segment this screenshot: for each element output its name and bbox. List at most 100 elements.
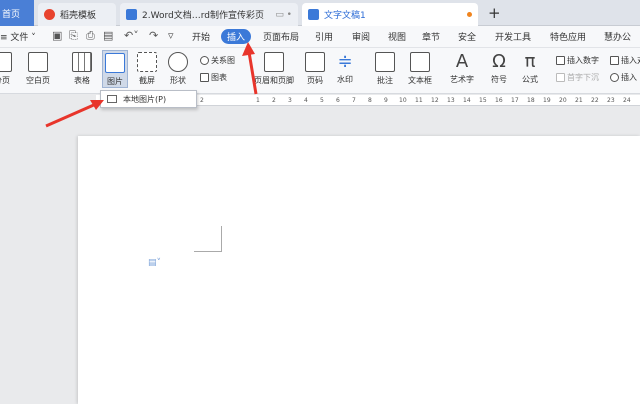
page-number-label: 页码 (307, 76, 323, 85)
picture-label: 图片 (107, 77, 123, 86)
watermark-icon: ≑ (337, 51, 353, 72)
insert-number-button[interactable]: 插入数字 (556, 55, 599, 66)
tab-home[interactable]: 首页 (0, 0, 34, 26)
table-label: 表格 (74, 76, 90, 85)
page-number-button[interactable]: 页码 (305, 52, 325, 86)
ruler-tick: 7 (352, 97, 356, 104)
tab-references[interactable]: 引用 (315, 30, 333, 43)
comment-icon (375, 52, 395, 72)
ruler-tick: 11 (415, 97, 423, 104)
shape-icon (168, 52, 188, 72)
ruler-tick: 19 (543, 97, 551, 104)
tab-start[interactable]: 开始 (192, 30, 210, 43)
watermark-button[interactable]: ≑ 水印 (337, 52, 353, 85)
word-doc-icon (308, 9, 319, 20)
ruler-tick: 21 (575, 97, 583, 104)
ruler-tick: 3 (288, 97, 292, 104)
tab-special-apps[interactable]: 特色应用 (550, 30, 586, 43)
margin-corner-marker (194, 226, 222, 252)
file-menu[interactable]: ≡ 文件 ˅ (0, 30, 36, 43)
picture-button[interactable]: 图片 (102, 50, 128, 88)
formula-label: 公式 (522, 75, 538, 84)
ruler-tick: 23 (607, 97, 615, 104)
ruler-tick: 22 (591, 97, 599, 104)
save-icon[interactable]: ▣ (52, 29, 62, 42)
comment-button[interactable]: 批注 (375, 52, 395, 86)
screenshot-button[interactable]: 截屏 (137, 52, 157, 86)
tab-developer-tools[interactable]: 开发工具 (495, 30, 531, 43)
insert-link-label: 插入 (621, 73, 637, 82)
ruler-tick: 13 (447, 97, 455, 104)
drop-cap-label: 首字下沉 (567, 73, 599, 82)
link-icon (610, 73, 619, 82)
tab-view[interactable]: 视图 (388, 30, 406, 43)
chart-button[interactable]: 图表 (200, 72, 227, 83)
tab-active-document[interactable]: 文字文稿1 (302, 3, 478, 26)
tab-bar: 首页 稻壳模板 2.Word文档…rd制作宣传彩页 ▭ • 文字文稿1 + (0, 0, 640, 26)
paste-options-icon[interactable]: ▤˅ (148, 258, 161, 268)
tab-word-document[interactable]: 2.Word文档…rd制作宣传彩页 ▭ • (120, 3, 298, 26)
ruler-tick: 2 (200, 97, 204, 104)
insert-object-icon (610, 56, 619, 65)
tab-security[interactable]: 安全 (458, 30, 476, 43)
tab-review[interactable]: 审阅 (352, 30, 370, 43)
preview-icon[interactable]: ▤ (103, 29, 113, 42)
new-tab-button[interactable]: + (488, 4, 501, 22)
relation-chart-button[interactable]: 关系图 (200, 55, 235, 66)
chart-icon (200, 73, 209, 82)
file-menu-label: 文件 (10, 33, 29, 43)
wordart-icon: A (455, 51, 469, 72)
menu-bar: ≡ 文件 ˅ ▣ ⎘ ⎙ ▤ ↶˅ ↷ ▿ 开始 插入 页面布局 引用 审阅 视… (0, 26, 640, 48)
ruler-tick: 5 (320, 97, 324, 104)
chevron-down-icon: ˅ (28, 33, 36, 43)
textbox-label: 文本框 (408, 76, 432, 85)
symbol-button[interactable]: Ω 符号 (491, 52, 507, 85)
document-page[interactable] (78, 136, 640, 404)
insert-link-button[interactable]: 插入 (610, 72, 637, 83)
tab-active-label: 文字文稿1 (324, 11, 366, 21)
ruler-tick: 9 (384, 97, 388, 104)
drop-cap-icon (556, 73, 565, 82)
page-break-button[interactable]: 分页 (0, 52, 12, 86)
drop-cap-button[interactable]: 首字下沉 (556, 72, 599, 83)
textbox-button[interactable]: 文本框 (408, 52, 432, 86)
ruler-tick: 15 (479, 97, 487, 104)
ruler-tick: 20 (559, 97, 567, 104)
ruler-tick: 2 (272, 97, 276, 104)
tab-hui-office[interactable]: 慧办公 (604, 30, 631, 43)
tab-daoke-label: 稻壳模板 (60, 11, 97, 21)
local-picture-label: 本地图片(P) (123, 94, 167, 104)
undo-icon[interactable]: ↶˅ (124, 29, 139, 42)
shape-button[interactable]: 形状 (168, 52, 188, 86)
ruler-tick: 10 (399, 97, 407, 104)
blank-page-button[interactable]: 空白页 (26, 52, 50, 86)
unsaved-dot-icon (467, 12, 472, 17)
ruler-tick: 18 (527, 97, 535, 104)
insert-number-icon (556, 56, 565, 65)
wordart-button[interactable]: A 艺术字 (450, 52, 474, 85)
ruler-tick: 24 (623, 97, 631, 104)
export-icon[interactable]: ⎘ (69, 29, 78, 43)
local-picture-menu-item[interactable]: 本地图片(P) (100, 90, 197, 108)
chart-label: 图表 (211, 73, 227, 82)
ruler-tick: 12 (431, 97, 439, 104)
formula-button[interactable]: π 公式 (522, 52, 538, 85)
tab-word-document-label: 2.Word文档…rd制作宣传彩页 (142, 11, 264, 21)
print-icon[interactable]: ⎙ (86, 29, 95, 43)
tab-page-layout[interactable]: 页面布局 (263, 30, 299, 43)
screenshot-label: 截屏 (139, 76, 155, 85)
tab-close-icon[interactable]: ▭ • (275, 10, 292, 20)
table-button[interactable]: 表格 (72, 52, 92, 86)
word-doc-icon (126, 9, 137, 20)
ruler-tick: 14 (463, 97, 471, 104)
redo-icon[interactable]: ↷ (149, 29, 158, 42)
arrow-to-local-picture-icon (45, 100, 104, 128)
insert-object-label: 插入对象 (621, 56, 640, 65)
insert-object-button[interactable]: 插入对象 (610, 55, 640, 66)
pi-icon: π (524, 51, 536, 72)
tab-daoke-templates[interactable]: 稻壳模板 (38, 3, 116, 26)
dropdown-chevron-icon[interactable]: ▿ (168, 29, 174, 42)
page-break-label: 分页 (0, 76, 10, 85)
insert-number-label: 插入数字 (567, 56, 599, 65)
tab-chapter[interactable]: 章节 (422, 30, 440, 43)
